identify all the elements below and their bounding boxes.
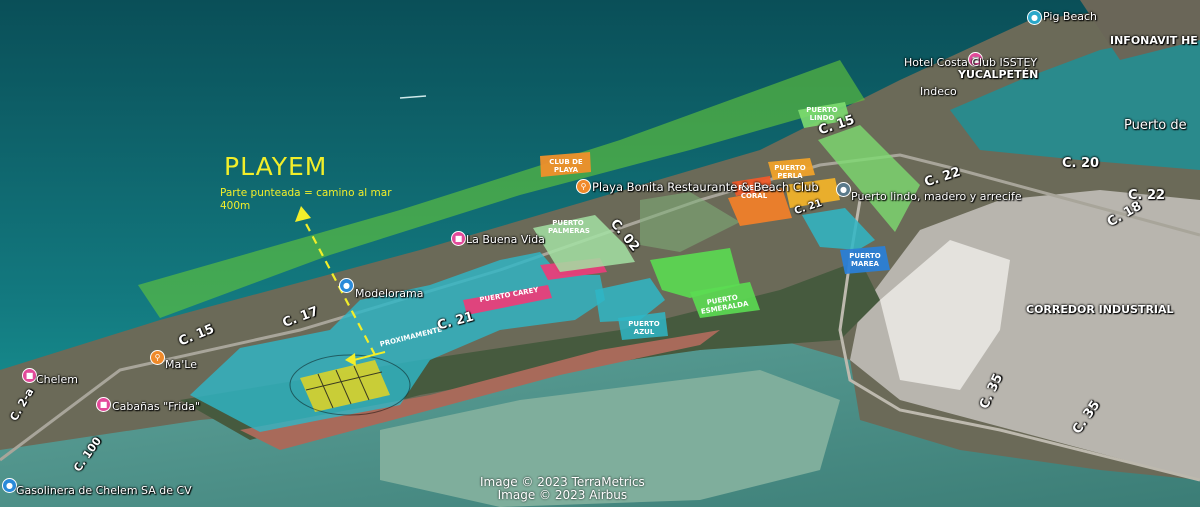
playem-title: PLAYEM xyxy=(224,152,328,181)
label-club-playa: CLUB DE PLAYA xyxy=(549,158,583,174)
place-puerto-lindo-poi[interactable]: Puerto lindo, madero y arrecife xyxy=(851,190,1022,203)
road-c20: C. 20 xyxy=(1062,156,1100,171)
place-modelorama[interactable]: Modelorama xyxy=(355,287,423,300)
imagery-credits: Image © 2023 TerraMetrics Image © 2023 A… xyxy=(480,476,645,502)
place-playa-bonita[interactable]: Playa Bonita Restaurante & Beach Club xyxy=(592,180,819,194)
label-puerto-perla: PUERTO PERLA xyxy=(774,164,806,180)
place-puerto: Puerto de xyxy=(1124,118,1187,133)
satellite-map[interactable]: PLAYEM Parte punteada = camino al mar 40… xyxy=(0,0,1200,507)
path-note: Parte punteada = camino al mar 400m xyxy=(220,187,392,213)
road-c22-far: C. 22 xyxy=(1128,188,1166,203)
label-puerto-azul: PUERTO AZUL xyxy=(628,320,660,336)
la-buena-vida-icon[interactable]: ■ xyxy=(451,231,466,246)
label-puerto-palmeras: PUERTO PALMERAS xyxy=(548,219,590,235)
chelem-icon[interactable]: ■ xyxy=(22,368,37,383)
place-cabanas[interactable]: Cabañas "Frida" xyxy=(112,400,200,413)
place-la-buena-vida[interactable]: La Buena Vida xyxy=(466,233,545,246)
place-corredor: CORREDOR INDUSTRIAL xyxy=(1026,303,1174,316)
place-infonavit: INFONAVIT HE xyxy=(1110,34,1198,47)
gas-station-icon[interactable]: ● xyxy=(2,478,17,493)
place-yucalpeten: YUCALPETÉN xyxy=(958,68,1039,81)
credit-line2: Image © 2023 Airbus xyxy=(497,488,628,502)
place-male[interactable]: Ma'Le xyxy=(165,358,197,371)
poi-pin-icon[interactable]: ● xyxy=(836,182,851,197)
place-chelem[interactable]: Chelem xyxy=(36,373,78,386)
cabanas-icon[interactable]: ■ xyxy=(96,397,111,412)
pig-beach-icon[interactable]: ● xyxy=(1027,10,1042,25)
male-restaurant-icon[interactable]: ⚲ xyxy=(150,350,165,365)
place-gasolinera[interactable]: Gasolinera de Chelem SA de CV xyxy=(16,484,192,497)
path-note-line2: 400m xyxy=(220,200,251,212)
path-note-line1: Parte punteada = camino al mar xyxy=(220,187,392,199)
restaurant-icon[interactable]: ⚲ xyxy=(576,179,591,194)
label-puerto-marea: PUERTO MAREA xyxy=(849,252,881,268)
place-pig-beach[interactable]: Pig Beach xyxy=(1043,10,1097,23)
store-icon[interactable]: ● xyxy=(339,278,354,293)
place-indeco: Indeco xyxy=(920,85,957,98)
